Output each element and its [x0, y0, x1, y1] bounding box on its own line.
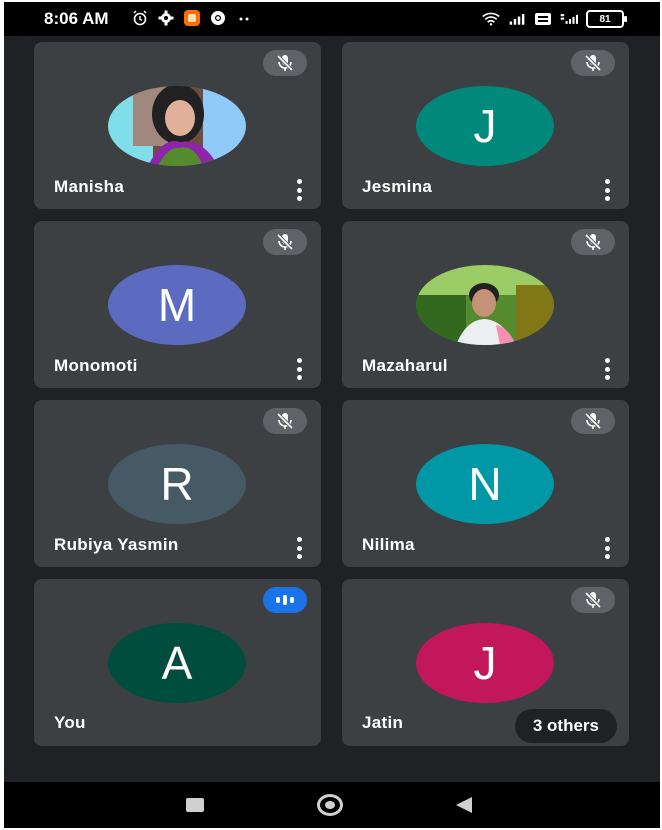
battery-icon: 81 — [586, 10, 627, 28]
volte-icon — [534, 10, 552, 28]
self-tile[interactable]: A You — [34, 579, 321, 746]
participant-photo — [416, 265, 554, 345]
muted-mic-icon — [571, 408, 615, 434]
participant-name: Jesmina — [362, 177, 433, 196]
participant-tile[interactable]: Manisha — [34, 42, 321, 209]
participant-avatar: R — [108, 444, 246, 524]
participant-avatar: J — [416, 623, 554, 703]
muted-mic-icon — [263, 229, 307, 255]
others-button[interactable]: 3 others — [514, 709, 617, 743]
participant-name: Jatin — [362, 713, 404, 732]
participant-avatar: N — [416, 444, 554, 524]
app-notification-icon — [183, 9, 201, 27]
back-button[interactable] — [456, 797, 472, 813]
more-options-icon[interactable] — [601, 537, 613, 559]
participant-tile[interactable]: J Jatin 3 others — [342, 579, 629, 746]
muted-mic-icon — [263, 50, 307, 76]
more-options-icon[interactable] — [293, 537, 305, 559]
muted-mic-icon — [571, 50, 615, 76]
participant-tile[interactable]: Mazaharul — [342, 221, 629, 388]
signal-4g-icon — [560, 10, 578, 28]
battery-level: 81 — [599, 13, 611, 25]
wifi-icon — [482, 10, 500, 28]
home-button[interactable] — [317, 794, 343, 816]
muted-mic-icon — [571, 229, 615, 255]
status-bar: 8:06 AM 81 — [4, 2, 660, 36]
settings-icon — [157, 9, 175, 27]
participant-tile[interactable]: R Rubiya Yasmin — [34, 400, 321, 567]
status-time: 8:06 AM — [44, 9, 109, 28]
signal-icon — [508, 10, 526, 28]
more-options-icon[interactable] — [293, 179, 305, 201]
participant-name: Mazaharul — [362, 356, 448, 375]
participant-name: Monomoti — [54, 356, 138, 375]
meeting-screen: 8:06 AM 81 Manisha J Jesmina M Monomoti … — [4, 2, 660, 828]
participant-name: You — [54, 713, 86, 732]
muted-mic-icon — [263, 408, 307, 434]
participant-tile[interactable]: M Monomoti — [34, 221, 321, 388]
more-notifications-icon — [235, 9, 253, 27]
navigation-bar — [4, 782, 660, 828]
participant-avatar: J — [416, 86, 554, 166]
muted-mic-icon — [571, 587, 615, 613]
participant-avatar: M — [108, 265, 246, 345]
speaking-indicator-icon — [263, 587, 307, 613]
more-options-icon[interactable] — [601, 358, 613, 380]
participant-name: Manisha — [54, 177, 125, 196]
more-options-icon[interactable] — [601, 179, 613, 201]
participant-tile[interactable]: J Jesmina — [342, 42, 629, 209]
participant-tile[interactable]: N Nilima — [342, 400, 629, 567]
participant-name: Nilima — [362, 535, 415, 554]
alarm-icon — [131, 9, 149, 27]
recent-apps-button[interactable] — [186, 798, 204, 812]
chrome-icon — [209, 9, 227, 27]
more-options-icon[interactable] — [293, 358, 305, 380]
participant-photo — [108, 86, 246, 166]
participant-name: Rubiya Yasmin — [54, 535, 179, 554]
participant-avatar: A — [108, 623, 246, 703]
